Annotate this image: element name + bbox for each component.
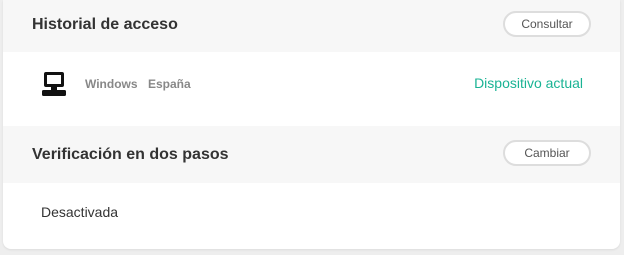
access-history-header: Historial de acceso Consultar <box>3 0 620 52</box>
two-step-status: Desactivada <box>41 204 119 220</box>
computer-icon <box>41 71 67 97</box>
two-step-row: Desactivada <box>3 183 620 249</box>
current-device-label: Dispositivo actual <box>474 75 583 91</box>
two-step-title: Verificación en dos pasos <box>32 146 229 163</box>
device-row: Windows España Dispositivo actual <box>3 52 620 126</box>
consult-button[interactable]: Consultar <box>503 11 591 37</box>
two-step-header: Verificación en dos pasos Cambiar <box>3 126 620 183</box>
change-button[interactable]: Cambiar <box>503 140 591 166</box>
device-country: España <box>148 77 191 91</box>
device-os: Windows <box>85 77 138 91</box>
security-card: Historial de acceso Consultar Windows Es… <box>3 0 620 249</box>
access-history-title: Historial de acceso <box>32 16 178 33</box>
